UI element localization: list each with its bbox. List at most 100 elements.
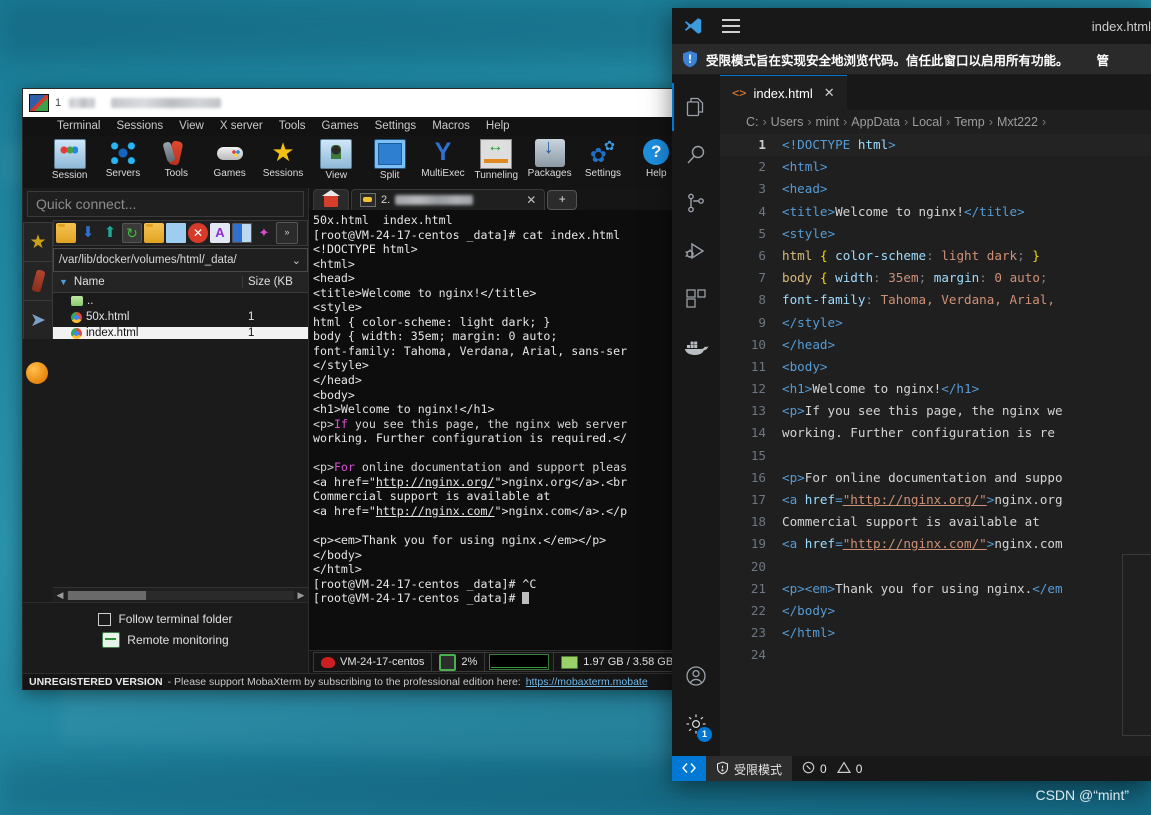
breadcrumb-item-local[interactable]: Local <box>912 115 942 129</box>
toolbar-split-button[interactable]: Split <box>363 136 416 181</box>
split-view-icon[interactable] <box>232 223 252 243</box>
status-graph[interactable] <box>484 652 555 672</box>
search-icon <box>684 143 708 167</box>
upload-icon[interactable]: ⬆ <box>100 223 120 243</box>
star-icon[interactable]: ★ <box>23 222 53 261</box>
menu-games[interactable]: Games <box>314 117 367 136</box>
follow-terminal-folder-checkbox[interactable] <box>98 612 112 626</box>
mobaxterm-titlebar[interactable]: 1 <box>23 89 683 117</box>
vscode-titlebar[interactable]: index.html <box>672 8 1151 44</box>
settings-button[interactable]: 1 <box>672 700 720 748</box>
breadcrumb-item-mint[interactable]: mint <box>816 115 840 129</box>
line-number: 3 <box>758 181 766 197</box>
terminal-line: Commercial support is available at <box>313 489 551 504</box>
list-item[interactable]: .. <box>53 293 308 309</box>
file-browser-path-value: /var/lib/docker/volumes/html/_data/ <box>59 254 237 266</box>
editor-minimap[interactable] <box>1122 554 1151 736</box>
close-icon[interactable]: ✕ <box>824 85 835 101</box>
vscode-window: index.html 受限模式旨在实现安全地浏览代码。信任此窗口以启用所有功能。… <box>672 8 1151 781</box>
sidebar-item-extensions[interactable] <box>672 275 720 323</box>
breadcrumb-item-temp[interactable]: Temp <box>954 115 985 129</box>
sidebar-item-explorer[interactable] <box>672 83 720 131</box>
magic-icon[interactable]: ✦ <box>254 223 274 243</box>
follow-terminal-folder-option[interactable]: Follow terminal folder <box>23 609 308 629</box>
scrollbar-track[interactable] <box>67 590 294 600</box>
list-item[interactable]: index.html 1 <box>53 325 308 341</box>
scrollbar-thumb[interactable] <box>68 590 146 600</box>
toolbar-view-button[interactable]: View <box>310 136 363 181</box>
menu-settings[interactable]: Settings <box>367 117 425 136</box>
tab-home[interactable] <box>313 189 349 210</box>
scroll-left-icon[interactable]: ◀ <box>53 590 67 601</box>
globe-icon[interactable] <box>23 355 51 391</box>
list-item[interactable]: 50x.html 1 <box>53 309 308 325</box>
left-panel-icon-strip: ★ ➤ <box>23 220 53 602</box>
menu-terminal[interactable]: Terminal <box>49 117 108 136</box>
file-browser-hscrollbar[interactable]: ◀ ▶ <box>53 587 308 602</box>
quick-connect-input[interactable]: Quick connect... <box>27 191 304 217</box>
remote-window-button[interactable] <box>672 756 706 781</box>
toolbar-multiexec-button[interactable]: Y MultiExec <box>416 136 469 180</box>
toolbar-settings-button[interactable]: Settings <box>576 136 629 179</box>
toolbar-tunneling-button[interactable]: Tunneling <box>470 136 523 181</box>
new-tab-button[interactable]: + <box>547 190 578 210</box>
toolbar-servers-button[interactable]: Servers <box>96 136 149 179</box>
menu-macros[interactable]: Macros <box>424 117 478 136</box>
file-name-cell: 50x.html <box>53 311 243 323</box>
trust-banner-manage-link[interactable]: 管 <box>1097 50 1110 69</box>
sidebar-item-docker[interactable] <box>672 323 720 371</box>
status-memory[interactable]: 1.97 GB / 3.58 GB <box>553 652 682 672</box>
toolbar-tools-button[interactable]: Tools <box>150 136 203 179</box>
terminal-output[interactable]: 50x.html index.html [root@VM-24-17-cento… <box>309 210 683 650</box>
file-browser-path-input[interactable]: /var/lib/docker/volumes/html/_data/ ⌄ <box>53 248 308 272</box>
toolbar-packages-button[interactable]: Packages <box>523 136 576 179</box>
tab-session-2[interactable]: 2. ✕ <box>351 189 546 210</box>
scroll-right-icon[interactable]: ▶ <box>294 590 308 601</box>
new-file-icon[interactable] <box>166 223 186 243</box>
status-cpu[interactable]: 2% <box>431 652 486 672</box>
tab-index-html[interactable]: <> index.html ✕ <box>720 75 847 110</box>
view-icon <box>320 139 353 169</box>
unregistered-link[interactable]: https://mobaxterm.mobate <box>526 676 648 688</box>
mobaxterm-menubar[interactable]: Terminal Sessions View X server Tools Ga… <box>23 117 683 136</box>
tools-knife-icon[interactable] <box>23 261 53 300</box>
sidebar-item-search[interactable] <box>672 131 720 179</box>
up-folder-icon[interactable] <box>56 223 76 243</box>
account-button[interactable] <box>672 652 720 700</box>
sidebar-item-run-and-debug[interactable] <box>672 227 720 275</box>
toolbar-sessions-button[interactable]: ★ Sessions <box>256 136 309 180</box>
new-folder-icon[interactable] <box>144 223 164 243</box>
sidebar-item-source-control[interactable] <box>672 179 720 227</box>
toolbar-games-button[interactable]: Games <box>203 136 256 179</box>
download-icon[interactable]: ⬇ <box>78 223 98 243</box>
code-editor[interactable]: 1 <!DOCTYPE html> 2 <html> 3 <head> 4 <title>We… <box>720 134 1151 756</box>
paper-plane-icon[interactable]: ➤ <box>23 300 53 339</box>
code-line: 10 </head> <box>720 334 1151 356</box>
remote-monitoring-option[interactable]: Remote monitoring <box>23 629 308 651</box>
menu-tools[interactable]: Tools <box>271 117 314 136</box>
menu-view[interactable]: View <box>171 117 212 136</box>
line-number: 20 <box>750 558 766 574</box>
breadcrumb-item-users[interactable]: Users <box>771 115 804 129</box>
rename-icon[interactable]: A <box>210 223 230 243</box>
mobaxterm-window: 1 Terminal Sessions View X server Tools … <box>22 88 684 690</box>
chevron-down-icon[interactable]: ⌄ <box>292 254 307 267</box>
delete-icon[interactable]: ✕ <box>188 223 208 243</box>
menu-sessions[interactable]: Sessions <box>108 117 171 136</box>
refresh-icon[interactable]: ↻ <box>122 223 142 243</box>
menu-xserver[interactable]: X server <box>212 117 271 136</box>
breadcrumb-item-c[interactable]: C: <box>746 115 759 129</box>
toolbar-session-button[interactable]: Session <box>43 136 96 181</box>
problems-button[interactable]: 0 0 <box>792 756 872 781</box>
vscode-status-bar: 受限模式 0 0 <box>672 756 1151 781</box>
close-icon[interactable]: ✕ <box>526 193 536 207</box>
more-icon[interactable]: » <box>276 222 298 244</box>
column-header-name-wrap[interactable]: ▼ Name <box>53 276 242 288</box>
restricted-mode-button[interactable]: 受限模式 <box>706 756 793 781</box>
menu-hamburger-icon[interactable] <box>722 19 740 33</box>
menu-help[interactable]: Help <box>478 117 518 136</box>
status-host[interactable]: VM-24-17-centos <box>313 652 433 672</box>
breadcrumb-item-mxt222[interactable]: Mxt222 <box>997 115 1038 129</box>
breadcrumb-item-appdata[interactable]: AppData <box>851 115 900 129</box>
